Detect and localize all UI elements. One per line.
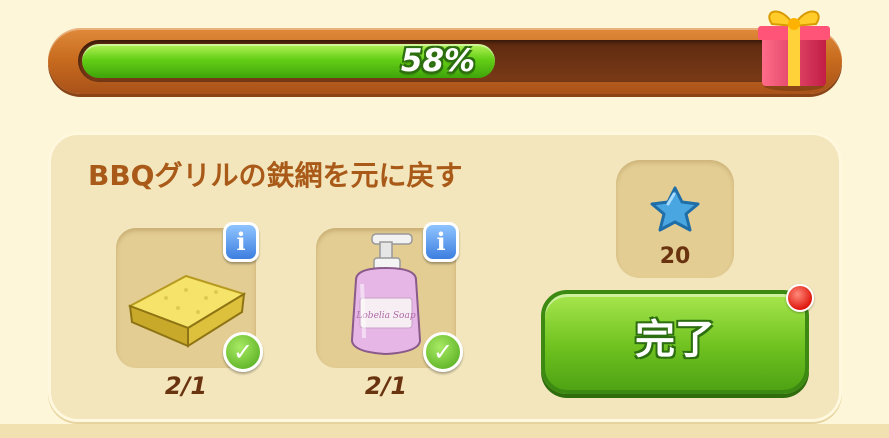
progress-label: 58% bbox=[400, 43, 476, 79]
progress-track: 58% bbox=[78, 40, 798, 82]
task-title: BBQグリルの鉄網を元に戻す bbox=[88, 159, 463, 192]
notification-dot bbox=[786, 284, 814, 312]
reward-amount: 20 bbox=[659, 244, 691, 269]
check-icon: ✓ bbox=[423, 332, 463, 372]
bottom-strip bbox=[0, 424, 889, 438]
complete-button[interactable]: 完了 bbox=[541, 290, 809, 394]
info-button[interactable]: i bbox=[423, 222, 459, 262]
item-count: 2/1 bbox=[164, 372, 208, 400]
check-icon: ✓ bbox=[223, 332, 263, 372]
progress-bar-frame: 58% bbox=[48, 28, 842, 94]
info-button[interactable]: i bbox=[223, 222, 259, 262]
task-card: BBQグリルの鉄網を元に戻す i ✓ 2/1 Lobelia Soap i ✓ … bbox=[48, 132, 842, 422]
reward-slot: 20 bbox=[616, 160, 734, 278]
item-count: 2/1 bbox=[364, 372, 408, 400]
blue-star-icon bbox=[650, 186, 700, 232]
gift-box-icon[interactable] bbox=[752, 0, 836, 92]
